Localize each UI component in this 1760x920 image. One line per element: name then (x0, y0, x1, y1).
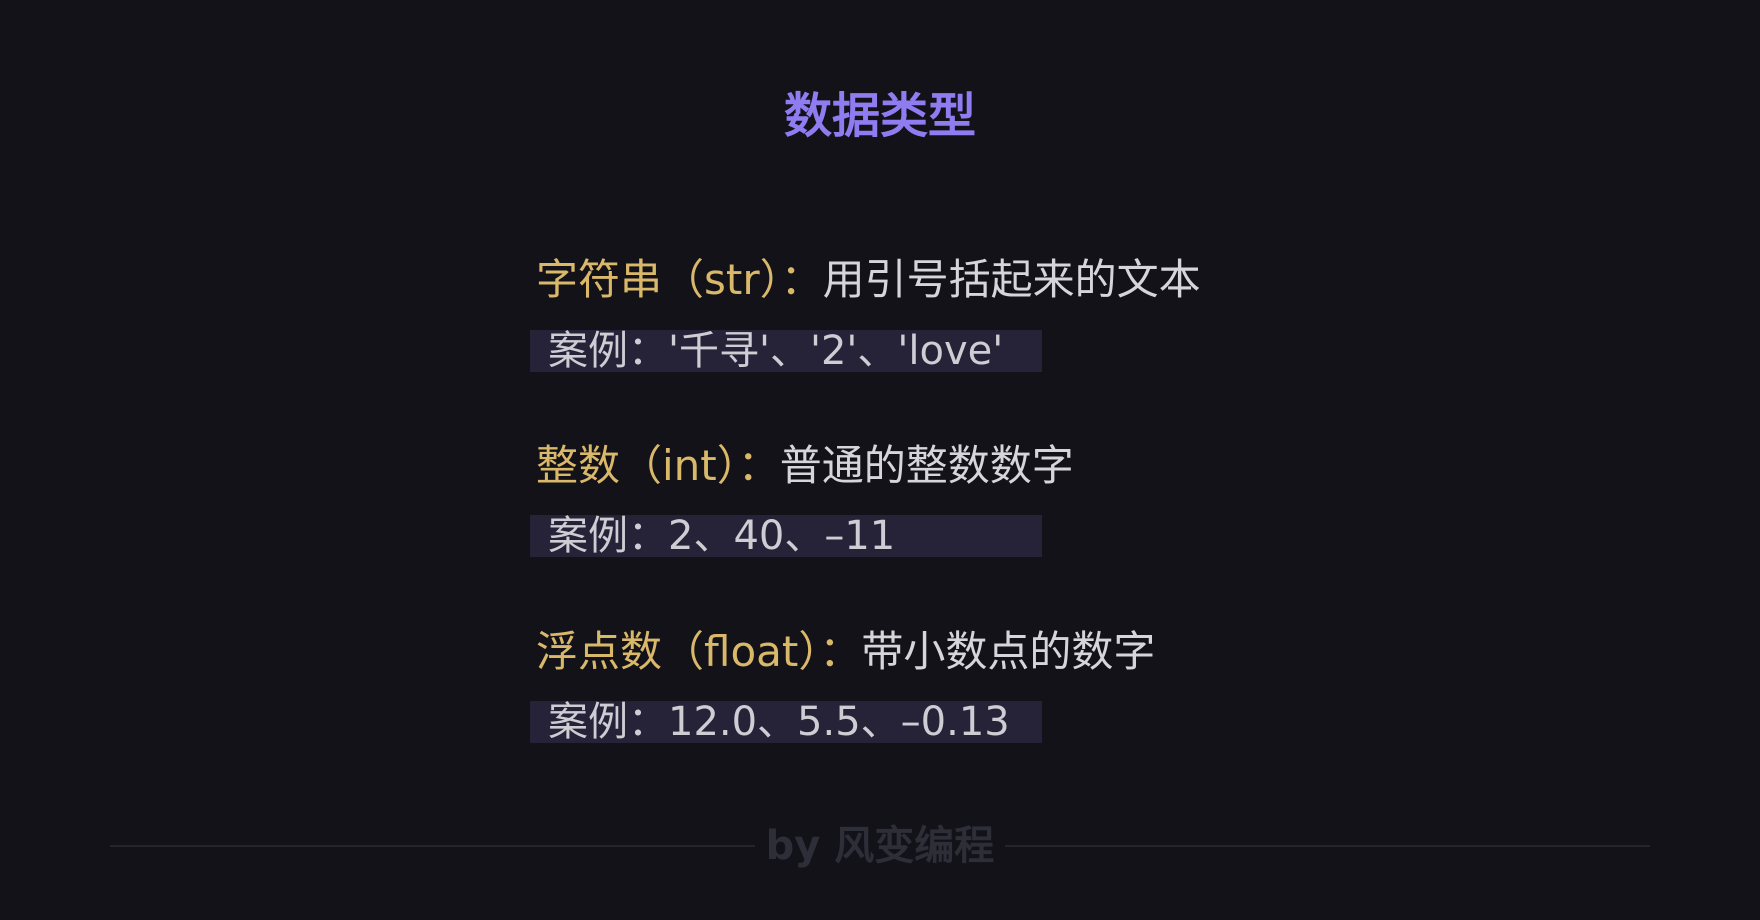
type-heading: 浮点数（float）：带小数点的数字 (536, 624, 1155, 680)
type-description: 带小数点的数字 (861, 627, 1156, 676)
type-term: 整数（int）： (536, 441, 780, 490)
type-example: 案例：2、40、–11 (530, 515, 1042, 557)
type-heading: 整数（int）：普通的整数数字 (536, 438, 1074, 494)
type-heading: 字符串（str）：用引号括起来的文本 (536, 252, 1201, 308)
footer-credit: by 风变编程 (765, 823, 995, 869)
footer-divider-left (110, 845, 755, 847)
page-title: 数据类型 (783, 88, 976, 144)
footer: by 风变编程 (110, 818, 1650, 874)
type-description: 普通的整数数字 (779, 441, 1074, 490)
type-term: 浮点数（float）： (536, 627, 862, 676)
type-description: 用引号括起来的文本 (822, 255, 1201, 304)
type-term: 字符串（str）： (536, 255, 823, 304)
type-example: 案例：12.0、5.5、–0.13 (530, 701, 1042, 743)
footer-divider-right (1005, 845, 1650, 847)
type-example: 案例：'千寻'、'2'、'love' (530, 330, 1042, 372)
